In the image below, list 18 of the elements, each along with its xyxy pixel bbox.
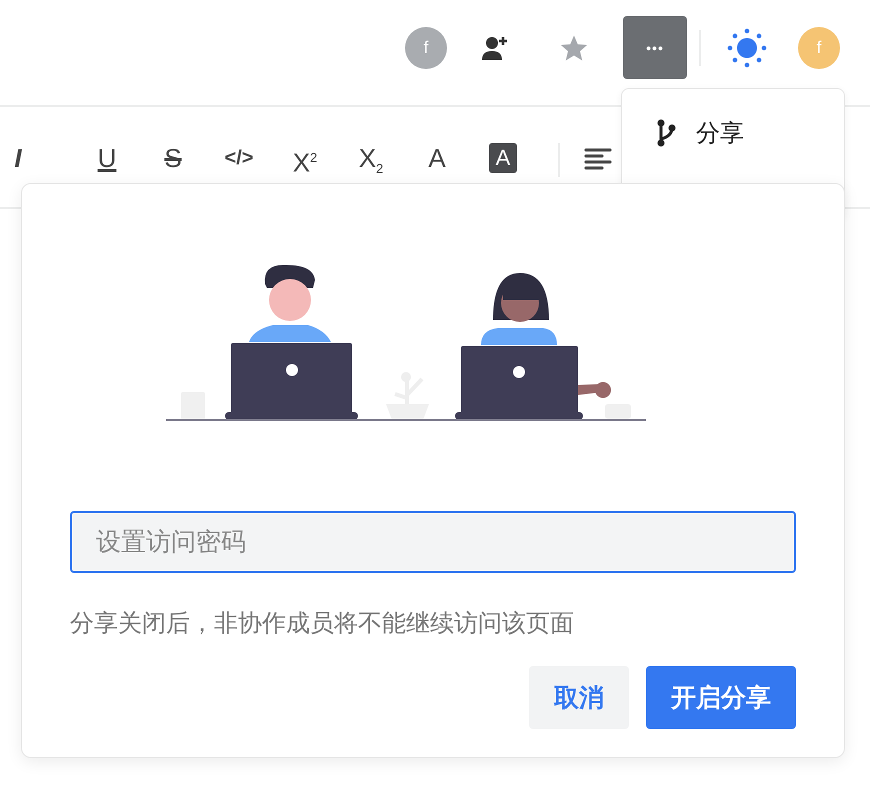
branch-icon xyxy=(656,119,676,147)
format-tool[interactable]: A xyxy=(404,143,470,173)
format-tool[interactable]: X$^{2}$ xyxy=(272,143,338,178)
menu-label: 分享 xyxy=(696,119,744,149)
format-tool[interactable]: I xyxy=(8,143,28,173)
enable-share-button[interactable]: 开启分享 xyxy=(646,666,796,729)
cancel-button[interactable]: 取消 xyxy=(529,666,629,729)
format-tool[interactable]: S xyxy=(140,143,206,173)
format-tool[interactable]: X$_{2}$ xyxy=(338,143,404,184)
format-tool[interactable]: U xyxy=(74,143,140,173)
menu-item[interactable]: 分享 xyxy=(622,89,844,149)
more-button[interactable]: ••• xyxy=(623,16,687,79)
format-tool[interactable]: A xyxy=(489,143,517,173)
sun-icon[interactable] xyxy=(727,28,767,68)
format-tool[interactable]: </> xyxy=(206,143,272,173)
password-field[interactable]: 设置访问密码 xyxy=(70,511,796,573)
share-note: 分享关闭后，非协作成员将不能继续访问该页面 xyxy=(70,609,575,639)
align-left-icon[interactable] xyxy=(584,147,612,171)
